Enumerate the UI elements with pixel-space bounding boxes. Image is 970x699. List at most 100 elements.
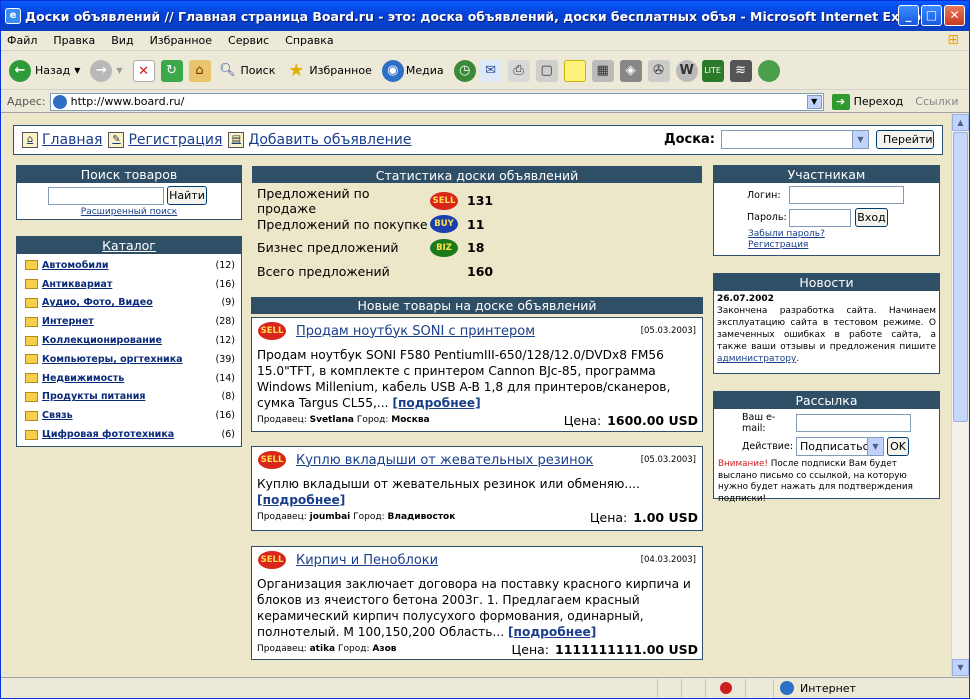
chevron-down-icon: ▼ xyxy=(867,438,883,455)
addon-icon[interactable]: W xyxy=(675,59,698,82)
listing-footer: Продавец: atika Город: Азов Цена: 11111111… xyxy=(257,641,698,657)
browser-window: e Доски объявлений // Главная страница B… xyxy=(0,0,970,699)
menu-file[interactable]: Файл xyxy=(7,34,37,47)
favorites-button[interactable]: ★ Избранное xyxy=(285,59,372,82)
chevron-down-icon: ▼ xyxy=(116,66,123,75)
folder-icon xyxy=(25,373,38,384)
search-button[interactable]: 🔍︎ Поиск xyxy=(217,60,275,82)
menu-view[interactable]: Вид xyxy=(111,34,133,47)
list-item[interactable]: Связь (16) xyxy=(17,406,241,425)
note-icon[interactable] xyxy=(563,59,586,82)
home-icon: ⌂ xyxy=(22,132,38,148)
stop-icon[interactable]: ✕ xyxy=(132,59,155,82)
popup-blocker-icon xyxy=(719,682,732,694)
stat-row: Предложений по покупке BUY 11 xyxy=(257,215,485,234)
close-button[interactable]: ✕ xyxy=(944,5,965,26)
page-scrollbar[interactable]: ▲ ▼ xyxy=(951,114,969,676)
folder-icon xyxy=(25,410,38,421)
media-globe-icon: ◉ xyxy=(381,59,404,82)
admin-link[interactable]: администратору xyxy=(717,354,796,364)
address-input[interactable]: http://www.board.ru/ ▼ xyxy=(49,92,824,111)
internet-zone-icon xyxy=(780,681,794,695)
forgot-password-link[interactable]: Забыли пароль? xyxy=(748,229,939,240)
listing-desc: Куплю вкладыши от жевательных резинок ил… xyxy=(257,477,640,507)
print-icon[interactable]: ⎙ xyxy=(507,59,530,82)
find-button[interactable]: Найти xyxy=(167,186,207,205)
chevron-down-icon[interactable]: ▼ xyxy=(806,94,822,109)
email-input[interactable] xyxy=(796,414,911,432)
list-item[interactable]: Компьютеры, оргтехника (39) xyxy=(17,350,241,369)
messenger-icon[interactable]: ▦ xyxy=(591,59,614,82)
bookmark-icon[interactable]: ≋ xyxy=(729,59,752,82)
toolbar: ← Назад ▼ → ▼ ✕ ↻ ⌂ 🔍︎ Поиск ★ Избранное ◉ Мед… xyxy=(1,52,969,90)
back-button[interactable]: ← Назад ▼ xyxy=(9,59,80,82)
login-button[interactable]: Вход xyxy=(855,208,888,227)
listing-title-link[interactable]: Кирпич и Пеноблоки xyxy=(296,553,641,568)
board-go-button[interactable]: Перейти xyxy=(876,130,934,149)
list-item[interactable]: Цифровая фототехника (6) xyxy=(17,425,241,444)
mail-icon[interactable]: ✉ xyxy=(479,59,502,82)
lite-icon[interactable]: LITE xyxy=(701,59,724,82)
action-select[interactable]: Подписаться ▼ xyxy=(796,437,884,456)
home-icon[interactable]: ⌂ xyxy=(188,59,211,82)
listing-date: [04.03.2003] xyxy=(640,555,696,565)
biz-badge-icon: BIZ xyxy=(430,238,458,257)
refresh-icon[interactable]: ↻ xyxy=(160,59,183,82)
menu-help[interactable]: Справка xyxy=(285,34,333,47)
media-button[interactable]: ◉ Медиа xyxy=(381,59,444,82)
nav-home[interactable]: ⌂ Главная xyxy=(22,132,102,148)
more-link[interactable]: [подробнее] xyxy=(392,396,480,410)
menu-favorites[interactable]: Избранное xyxy=(150,34,212,47)
more-link[interactable]: [подробнее] xyxy=(257,493,345,507)
title-bar: e Доски объявлений // Главная страница B… xyxy=(1,1,969,31)
listing-title-link[interactable]: Продам ноутбук SONI с принтером xyxy=(296,324,641,339)
search-icon: 🔍︎ xyxy=(219,62,236,78)
list-item[interactable]: Недвижимость (14) xyxy=(17,369,241,388)
board-select[interactable]: ▼ xyxy=(721,130,869,149)
research-icon[interactable]: ◈ xyxy=(619,59,642,82)
password-input[interactable] xyxy=(789,208,851,227)
mailing-box: Рассылка Ваш e-mail: Действие: Подписатьс… xyxy=(713,391,940,504)
listing-date: [05.03.2003] xyxy=(640,455,696,465)
menu-edit[interactable]: Правка xyxy=(53,34,95,47)
nav-register[interactable]: ✎ Регистрация xyxy=(108,132,222,148)
login-input[interactable] xyxy=(789,186,904,204)
listing-title-link[interactable]: Куплю вкладыши от жевательных резинок xyxy=(296,453,641,468)
sell-badge-icon: SELL xyxy=(258,451,286,469)
list-item[interactable]: Продукты питания (8) xyxy=(17,388,241,407)
maximize-button[interactable]: □ xyxy=(921,5,942,26)
list-item[interactable]: Интернет (28) xyxy=(17,312,241,331)
register-link[interactable]: Регистрация xyxy=(748,240,939,251)
scroll-down-icon[interactable]: ▼ xyxy=(952,659,969,676)
advanced-search-link[interactable]: Расширенный поиск xyxy=(81,207,177,217)
forward-button[interactable]: → ▼ xyxy=(90,59,123,82)
search-input[interactable] xyxy=(48,186,164,205)
menu-bar: Файл Правка Вид Избранное Сервис Справка xyxy=(1,31,969,51)
satellite-icon[interactable]: ✇ xyxy=(647,59,670,82)
listing-card: SELL Продам ноутбук SONI с принтером [05.0… xyxy=(251,317,703,432)
scroll-up-icon[interactable]: ▲ xyxy=(952,114,969,131)
minimize-button[interactable]: _ xyxy=(898,5,919,26)
subscribe-ok-button[interactable]: OK xyxy=(887,437,909,456)
edit-icon[interactable]: ▢ xyxy=(535,59,558,82)
nav-add[interactable]: ▤ Добавить объявление xyxy=(228,132,412,148)
listing-footer: Продавец: joumbai Город: Владивосток Цена… xyxy=(257,509,698,525)
stat-row: Предложений по продаже SELL 131 xyxy=(257,185,494,216)
sell-badge-icon: SELL xyxy=(258,551,286,569)
green-addon-icon[interactable] xyxy=(757,59,780,82)
history-icon[interactable]: ◷ xyxy=(453,59,476,82)
list-item[interactable]: Автомобили (12) xyxy=(17,256,241,275)
list-item[interactable]: Коллекционирование (12) xyxy=(17,331,241,350)
links-button[interactable]: Ссылки xyxy=(915,95,958,108)
menu-tools[interactable]: Сервис xyxy=(228,34,269,47)
scroll-thumb[interactable] xyxy=(953,132,968,422)
list-item[interactable]: Антиквариат (16) xyxy=(17,275,241,294)
window-title: Доски объявлений // Главная страница Boa… xyxy=(25,8,942,24)
go-button[interactable]: ➔ Переход xyxy=(831,93,903,110)
star-icon: ★ xyxy=(288,59,305,81)
more-link[interactable]: [подробнее] xyxy=(508,625,596,639)
news-header: Новости xyxy=(714,274,939,291)
catalog-header[interactable]: Каталог xyxy=(17,237,241,254)
register-icon: ✎ xyxy=(108,132,125,148)
list-item[interactable]: Аудио, Фото, Видео (9) xyxy=(17,294,241,313)
